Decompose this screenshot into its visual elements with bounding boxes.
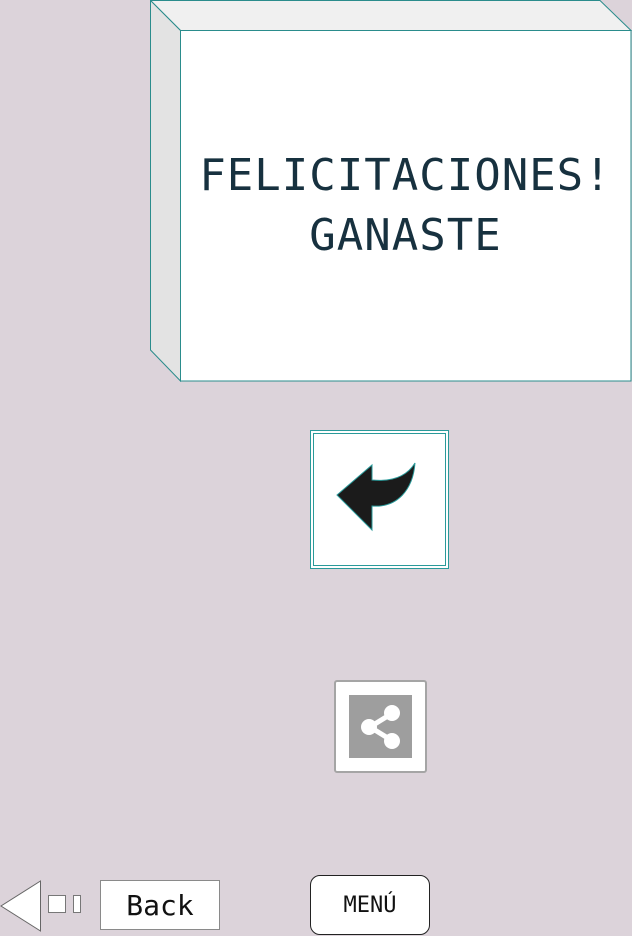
share-icon bbox=[360, 704, 400, 749]
bar-icon[interactable] bbox=[73, 895, 81, 913]
previous-arrow-button[interactable] bbox=[0, 880, 42, 936]
triangle-left-icon bbox=[0, 880, 41, 932]
message-subtitle: GANASTE bbox=[309, 209, 502, 261]
back-button[interactable]: Back bbox=[100, 880, 220, 930]
return-arrow-icon bbox=[335, 462, 415, 531]
message-title: FELICITACIONES! bbox=[199, 149, 612, 201]
congratulations-panel: FELICITACIONES! GANASTE bbox=[150, 0, 632, 382]
panel-front-face: FELICITACIONES! GANASTE bbox=[180, 30, 631, 381]
share-icon-tile bbox=[349, 695, 412, 758]
share-button[interactable] bbox=[334, 680, 427, 773]
return-button[interactable] bbox=[310, 430, 449, 569]
square-icon[interactable] bbox=[48, 895, 66, 913]
menu-button[interactable]: MENÚ bbox=[310, 875, 430, 935]
